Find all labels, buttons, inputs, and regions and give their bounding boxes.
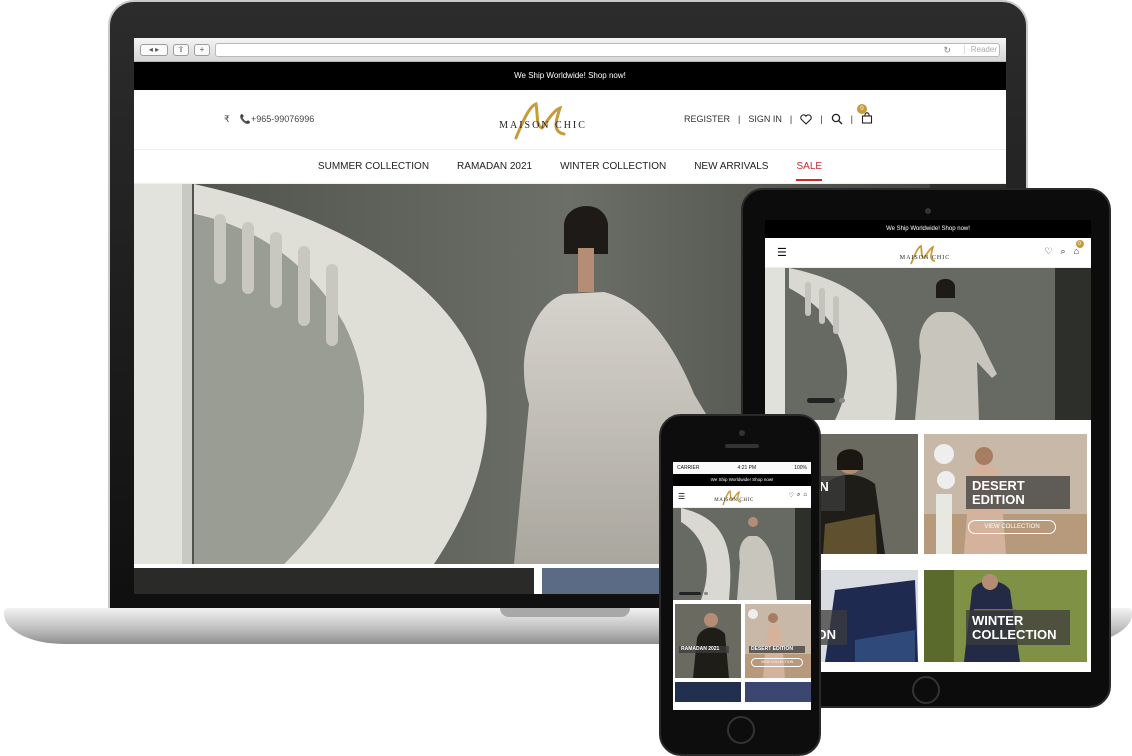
- tablet-header: ☰ MAISON CHIC ♡ ⌕ ⌂ 0: [765, 238, 1091, 268]
- cart-button[interactable]: ⌂ 0: [1074, 240, 1084, 257]
- logo-text: MAISON CHIC: [900, 255, 951, 261]
- phone-header: ☰ MAISON CHIC ♡ ⌕ ⌂: [673, 486, 811, 508]
- slider-dot[interactable]: [807, 398, 835, 403]
- register-link[interactable]: REGISTER: [684, 114, 730, 124]
- nav-item-ramadan-2021[interactable]: RAMADAN 2021: [457, 161, 532, 172]
- brand-logo[interactable]: MAISON CHIC: [895, 242, 955, 266]
- tile-photo: [675, 604, 741, 678]
- tile-title: DESERT EDITION: [749, 646, 805, 654]
- reader-button[interactable]: Reader: [963, 44, 997, 54]
- brand-logo[interactable]: MAISON CHIC: [709, 488, 759, 506]
- speaker: [725, 444, 759, 448]
- browser-toolbar: ◂ ▸ ⇪ + ↻ Reader: [134, 38, 1006, 62]
- divider: |: [850, 114, 853, 124]
- cart-button[interactable]: 0: [856, 104, 873, 126]
- search-icon[interactable]: ⌕: [797, 492, 800, 499]
- phone-screen: CARRIER 4:21 PM 100% We Ship Worldwide! …: [673, 462, 811, 710]
- nav-item-new-arrivals[interactable]: NEW ARRIVALS: [694, 161, 768, 172]
- announcement-bar[interactable]: We Ship Worldwide! Shop now!: [673, 474, 811, 486]
- header-actions: REGISTER | SIGN IN | | | 0: [684, 104, 873, 126]
- nav-item-summer-collection[interactable]: SUMMER COLLECTION: [318, 161, 429, 172]
- menu-icon[interactable]: ☰: [678, 492, 685, 501]
- camera-icon: [739, 430, 745, 436]
- collection-tile-desert-edition[interactable]: DESERT EDITION VIEW COLLECTION: [924, 434, 1087, 554]
- device-mockup: ◂ ▸ ⇪ + ↻ Reader We Ship Worldwide! Shop…: [0, 0, 1132, 756]
- contact-info: ₹ 📞+965-99076996: [224, 114, 314, 125]
- phone-icon: 📞: [239, 114, 251, 124]
- view-collection-button[interactable]: VIEW COLLECTION: [751, 658, 803, 667]
- main-nav: SUMMER COLLECTION RAMADAN 2021 WINTER CO…: [134, 150, 1006, 184]
- battery-level: 100%: [794, 465, 807, 471]
- nav-item-winter-collection[interactable]: WINTER COLLECTION: [560, 161, 666, 172]
- currency-icon[interactable]: ₹: [224, 114, 230, 125]
- status-bar: CARRIER 4:21 PM 100%: [673, 462, 811, 474]
- menu-icon[interactable]: ☰: [777, 246, 787, 259]
- announcement-bar[interactable]: We Ship Worldwide! Shop now!: [134, 62, 1006, 90]
- view-collection-button[interactable]: VIEW COLLECTION: [968, 520, 1056, 534]
- home-button[interactable]: [727, 716, 755, 744]
- heart-icon[interactable]: ♡: [789, 492, 794, 499]
- home-button[interactable]: [912, 676, 940, 704]
- phone-actions: ♡ ⌕ ⌂: [789, 492, 807, 499]
- collection-grid: RAMADAN 2021 DESERT EDITION VIEW COLLECT…: [673, 600, 811, 702]
- hero-photo: [673, 508, 811, 600]
- divider: |: [738, 114, 741, 124]
- reload-icon[interactable]: ↻: [943, 45, 951, 56]
- camera-icon: [925, 208, 931, 214]
- phone-frame: CARRIER 4:21 PM 100% We Ship Worldwide! …: [659, 414, 821, 756]
- bag-icon[interactable]: ⌂: [803, 492, 807, 499]
- cart-count-badge: 0: [856, 104, 867, 114]
- hero-banner-image[interactable]: [673, 508, 811, 600]
- search-icon[interactable]: [831, 113, 843, 125]
- address-bar[interactable]: ↻ Reader: [215, 42, 1000, 57]
- share-button[interactable]: ⇪: [173, 43, 189, 56]
- phone-number[interactable]: +965-99076996: [251, 114, 314, 124]
- collection-tile-winter[interactable]: WINTER COLLECTION: [924, 570, 1087, 662]
- announcement-bar[interactable]: We Ship Worldwide! Shop now!: [765, 220, 1091, 238]
- laptop-notch: [500, 608, 630, 617]
- hero-banner-image[interactable]: [765, 268, 1091, 420]
- carrier-label: CARRIER: [677, 465, 700, 471]
- tile-title: WINTER COLLECTION: [966, 610, 1070, 646]
- collection-tile-winter[interactable]: [745, 682, 811, 702]
- heart-icon[interactable]: [800, 113, 812, 125]
- collection-tile-summer[interactable]: [675, 682, 741, 702]
- logo-text: MAISON CHIC: [714, 498, 754, 503]
- clock: 4:21 PM: [737, 465, 757, 471]
- search-icon[interactable]: ⌕: [1061, 246, 1066, 257]
- slider-dot[interactable]: [839, 398, 845, 403]
- slider-dots[interactable]: [807, 398, 845, 403]
- collection-tile-desert-edition[interactable]: DESERT EDITION VIEW COLLECTION: [745, 604, 811, 678]
- site-header: ₹ 📞+965-99076996 MAISON CHIC REGISTER | …: [134, 90, 1006, 150]
- tablet-actions: ♡ ⌕ ⌂ 0: [1044, 240, 1084, 257]
- divider: |: [820, 114, 823, 124]
- cart-count-badge: 0: [1075, 240, 1084, 248]
- heart-icon[interactable]: ♡: [1044, 246, 1052, 257]
- back-forward-button[interactable]: ◂ ▸: [140, 43, 168, 56]
- collection-tile-ramadan[interactable]: RAMADAN 2021: [675, 604, 741, 678]
- divider: |: [789, 114, 793, 124]
- sign-in-link[interactable]: SIGN IN: [748, 114, 782, 124]
- new-tab-button[interactable]: +: [194, 43, 210, 56]
- tile-title: DESERT EDITION: [966, 476, 1070, 510]
- logo-text: MAISON CHIC: [499, 120, 587, 131]
- nav-item-sale[interactable]: SALE: [796, 161, 822, 181]
- tile-title: RAMADAN 2021: [679, 646, 729, 654]
- collection-thumb[interactable]: [134, 568, 534, 594]
